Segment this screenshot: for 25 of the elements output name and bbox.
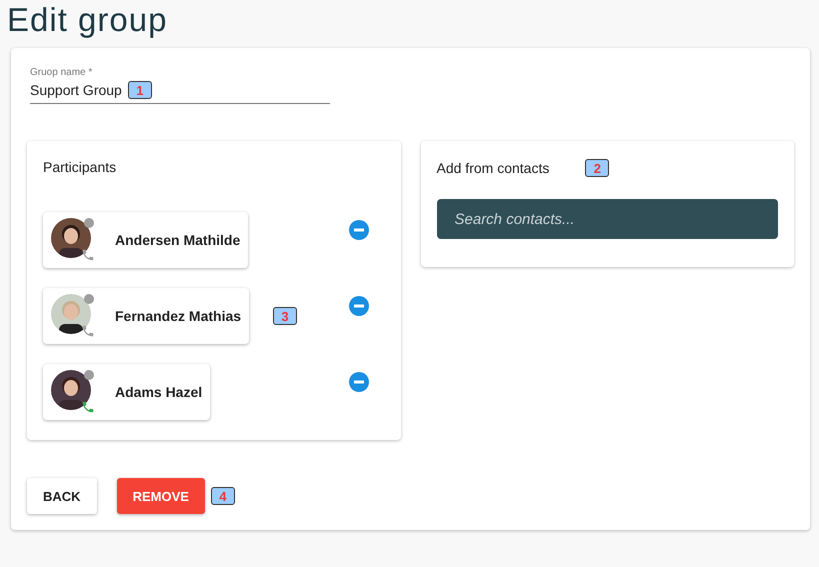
back-button[interactable]: BACK bbox=[27, 478, 97, 514]
callout-badge: 4 bbox=[210, 487, 235, 505]
participant-name: Fernandez Mathias bbox=[115, 308, 242, 324]
remove-icon[interactable] bbox=[348, 372, 368, 392]
callout-badge: 2 bbox=[585, 159, 610, 177]
remove-icon[interactable] bbox=[348, 296, 368, 316]
status-dot bbox=[84, 370, 94, 380]
group-name-field[interactable]: Gruop name * Support Group 1 bbox=[30, 67, 330, 104]
field-value: Support Group bbox=[30, 82, 122, 98]
card-title: Participants bbox=[43, 159, 116, 175]
remove-icon[interactable] bbox=[348, 220, 368, 240]
participant-name: Adams Hazel bbox=[115, 384, 202, 400]
card-title: Add from contacts bbox=[436, 160, 550, 176]
status-dot bbox=[84, 218, 94, 228]
page-title: Edit group bbox=[7, 0, 168, 40]
status-dot bbox=[84, 294, 94, 304]
callout-badge: 1 bbox=[128, 81, 152, 99]
remove-button[interactable]: REMOVE bbox=[116, 478, 205, 514]
participant-name: Andersen Mathilde bbox=[115, 232, 240, 248]
participant-chip[interactable]: Andersen Mathilde bbox=[43, 212, 248, 268]
callout-badge: 3 bbox=[273, 307, 297, 325]
field-label: Gruop name * bbox=[30, 67, 94, 78]
search-field[interactable]: Search contacts... bbox=[436, 199, 778, 239]
participant-chip[interactable]: Fernandez Mathias bbox=[43, 288, 250, 344]
participant-chip[interactable]: Adams Hazel bbox=[43, 364, 210, 420]
